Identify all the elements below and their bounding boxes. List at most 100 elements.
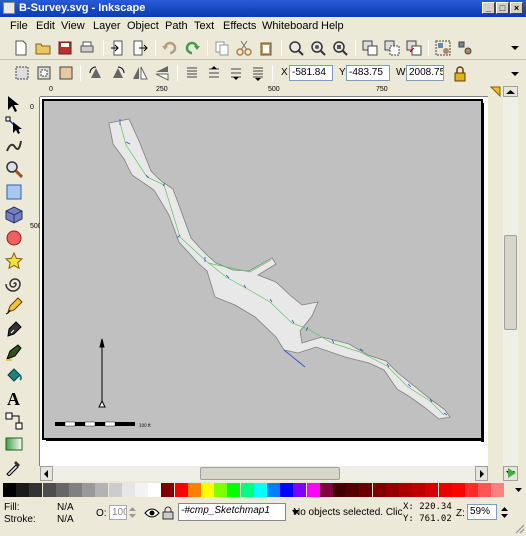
menu-text[interactable]: Text	[194, 20, 214, 32]
color-swatch[interactable]	[280, 483, 294, 497]
group-icon[interactable]	[435, 40, 451, 56]
raise-to-top-icon[interactable]	[184, 65, 200, 81]
horizontal-scrollbar[interactable]	[40, 466, 488, 481]
layer-selector[interactable]: -#cmp_Sketchmap1	[178, 503, 286, 521]
scroll-up-icon[interactable]	[503, 86, 518, 97]
color-swatch[interactable]	[425, 483, 439, 497]
zoom-corner-icon[interactable]	[490, 86, 501, 97]
undo-icon[interactable]	[162, 40, 178, 56]
color-swatch[interactable]	[491, 483, 505, 497]
color-swatch[interactable]	[412, 483, 426, 497]
color-swatch[interactable]	[201, 483, 214, 497]
clone-icon[interactable]	[384, 40, 400, 56]
selector-tool-icon[interactable]	[5, 95, 23, 113]
color-swatch[interactable]	[359, 483, 373, 497]
open-icon[interactable]	[35, 40, 51, 56]
color-swatch[interactable]	[69, 483, 82, 497]
zoom-tool-icon[interactable]	[5, 160, 23, 178]
unlink-clone-icon[interactable]	[406, 40, 422, 56]
menu-object[interactable]: Object	[127, 20, 159, 32]
color-swatch[interactable]	[451, 483, 465, 497]
color-swatch[interactable]	[3, 483, 16, 497]
deselect-icon[interactable]	[58, 65, 74, 81]
lower-icon[interactable]	[228, 65, 244, 81]
zoom-page-icon[interactable]	[332, 40, 348, 56]
palette-menu-icon[interactable]	[512, 483, 525, 497]
zoom-drawing-icon[interactable]	[310, 40, 326, 56]
import-icon[interactable]	[110, 40, 126, 56]
text-tool-icon[interactable]: A	[5, 389, 23, 407]
y-field[interactable]: -483.75	[346, 65, 390, 81]
menu-effects[interactable]: Effects	[223, 20, 256, 32]
toolbar-overflow-icon[interactable]	[507, 66, 523, 82]
color-swatch[interactable]	[135, 483, 148, 497]
color-swatch[interactable]	[187, 483, 201, 497]
color-swatch[interactable]	[108, 483, 122, 497]
raise-icon[interactable]	[206, 65, 222, 81]
select-all-layers-icon[interactable]	[36, 65, 52, 81]
save-icon[interactable]	[57, 40, 73, 56]
x-field[interactable]: -581.84	[289, 65, 333, 81]
menu-edit[interactable]: Edit	[36, 20, 55, 32]
star-tool-icon[interactable]	[5, 252, 23, 270]
toolbar-overflow-icon[interactable]	[507, 40, 523, 56]
pencil-tool-icon[interactable]	[5, 297, 23, 315]
color-swatch[interactable]	[121, 483, 135, 497]
paint-bucket-tool-icon[interactable]	[5, 366, 23, 384]
connector-tool-icon[interactable]	[5, 412, 23, 430]
print-icon[interactable]	[79, 40, 95, 56]
color-swatch[interactable]	[174, 483, 188, 497]
color-swatch[interactable]	[385, 483, 399, 497]
menu-view[interactable]: View	[61, 20, 85, 32]
w-field[interactable]: 2008.75	[406, 65, 444, 81]
menu-file[interactable]: File	[10, 20, 28, 32]
color-swatch[interactable]	[333, 483, 346, 497]
vertical-ruler[interactable]: 0 500	[29, 97, 42, 466]
canvas[interactable]: 100 ft	[40, 97, 488, 466]
horizontal-ruler[interactable]: 0 250 500 750	[40, 86, 488, 97]
opacity-field[interactable]: 100	[109, 505, 127, 520]
color-swatch[interactable]	[42, 483, 56, 497]
lower-to-bottom-icon[interactable]	[250, 65, 266, 81]
menu-path[interactable]: Path	[165, 20, 188, 32]
color-swatch[interactable]	[240, 483, 254, 497]
dropper-tool-icon[interactable]	[5, 458, 23, 476]
cms-toggle-icon[interactable]	[506, 466, 517, 481]
node-tool-icon[interactable]	[5, 116, 23, 134]
maximize-button[interactable]: □	[496, 2, 509, 14]
minimize-button[interactable]: _	[482, 2, 495, 14]
select-all-icon[interactable]	[14, 65, 30, 81]
menu-help[interactable]: Help	[321, 20, 344, 32]
color-swatch[interactable]	[29, 483, 43, 497]
color-swatch[interactable]	[95, 483, 109, 497]
color-swatch[interactable]	[55, 483, 69, 497]
vertical-scrollbar[interactable]	[503, 97, 518, 466]
spiral-tool-icon[interactable]	[5, 275, 23, 293]
visibility-eye-icon[interactable]	[144, 507, 160, 519]
rectangle-tool-icon[interactable]	[5, 183, 23, 201]
redo-icon[interactable]	[184, 40, 200, 56]
color-swatch[interactable]	[161, 483, 175, 497]
pen-tool-icon[interactable]	[5, 320, 23, 338]
menu-layer[interactable]: Layer	[93, 20, 121, 32]
rotate-ccw-icon[interactable]	[88, 65, 104, 81]
scroll-right-icon[interactable]	[475, 466, 488, 481]
color-swatch[interactable]	[319, 483, 333, 497]
copy-icon[interactable]	[214, 40, 230, 56]
color-swatch[interactable]	[293, 483, 307, 497]
stroke-value[interactable]: N/A	[57, 514, 74, 525]
color-swatch[interactable]	[465, 483, 478, 497]
vertical-scroll-thumb[interactable]	[504, 235, 517, 330]
close-button[interactable]: ×	[510, 2, 523, 14]
color-swatch[interactable]	[148, 483, 162, 497]
zoom-field[interactable]: 59%	[467, 504, 497, 520]
fill-value[interactable]: N/A	[57, 502, 74, 513]
scroll-left-icon[interactable]	[40, 466, 53, 481]
zoom-spinner-icon[interactable]	[500, 505, 509, 520]
color-swatch[interactable]	[214, 483, 228, 497]
rotate-cw-icon[interactable]	[110, 65, 126, 81]
color-swatch[interactable]	[82, 483, 96, 497]
flip-vertical-icon[interactable]	[154, 65, 170, 81]
flip-horizontal-icon[interactable]	[132, 65, 148, 81]
horizontal-scroll-thumb[interactable]	[200, 467, 340, 480]
